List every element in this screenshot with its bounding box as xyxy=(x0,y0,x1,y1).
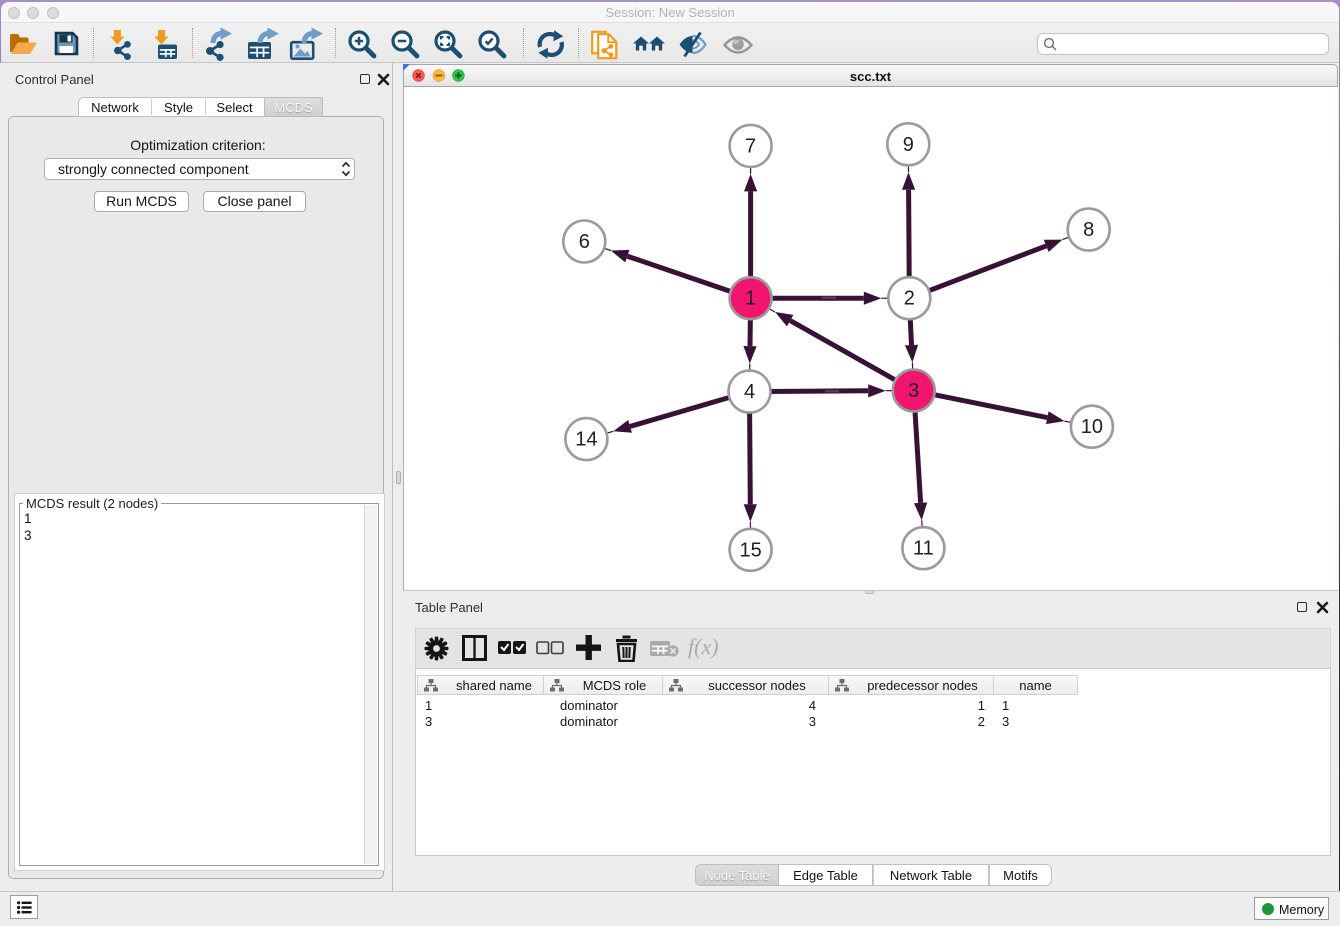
svg-text:6: 6 xyxy=(579,231,590,253)
svg-text:7: 7 xyxy=(745,135,756,157)
svg-text:15: 15 xyxy=(739,539,761,561)
svg-text:8: 8 xyxy=(1083,219,1094,241)
svg-text:1: 1 xyxy=(745,288,756,310)
svg-text:11: 11 xyxy=(913,538,934,560)
svg-text:9: 9 xyxy=(903,134,914,156)
svg-text:4: 4 xyxy=(744,381,755,403)
svg-text:2: 2 xyxy=(904,288,915,310)
svg-text:10: 10 xyxy=(1081,416,1103,438)
svg-text:3: 3 xyxy=(908,380,919,402)
svg-text:14: 14 xyxy=(575,429,597,451)
